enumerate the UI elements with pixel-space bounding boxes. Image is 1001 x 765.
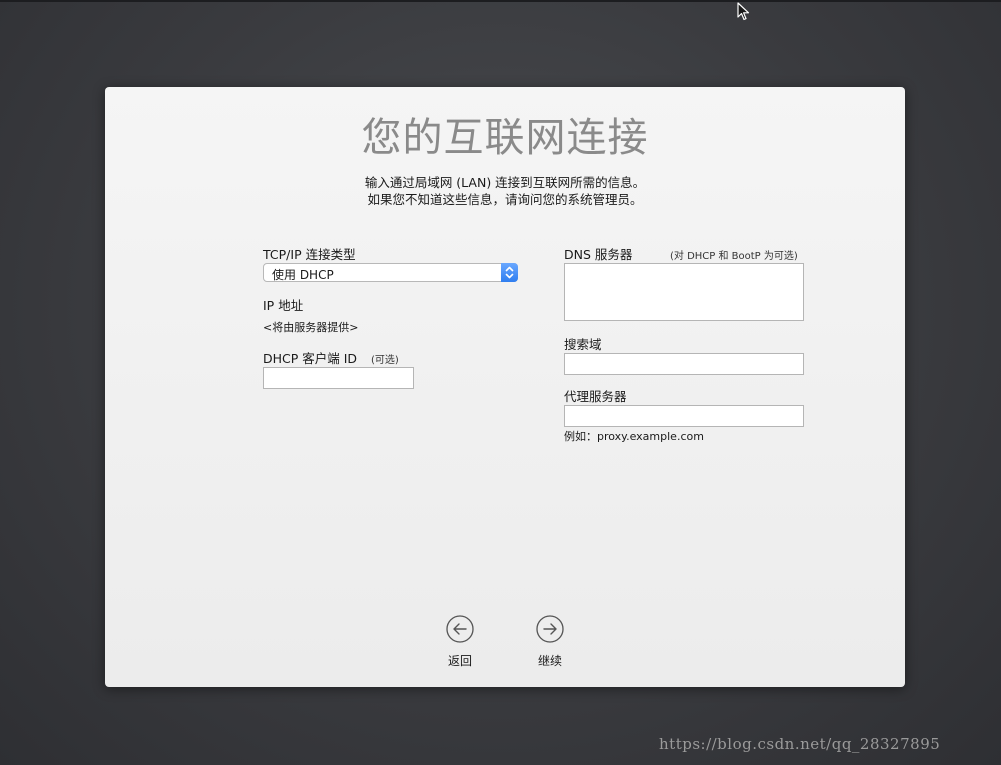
proxy-server-label: 代理服务器 [564, 389, 627, 404]
dns-server-label: DNS 服务器 [564, 247, 633, 262]
ip-address-value: <将由服务器提供> [263, 321, 359, 334]
page-title: 您的互联网连接 [361, 115, 649, 161]
dhcp-client-id-field[interactable] [263, 367, 414, 389]
proxy-server-example: 例如：proxy.example.com [564, 430, 704, 443]
search-domain-label: 搜索域 [564, 337, 602, 352]
dns-server-field[interactable] [564, 263, 804, 321]
subtitle-line-2: 如果您不知道这些信息，请询问您的系统管理员。 [367, 192, 643, 207]
search-domain-field[interactable] [564, 353, 804, 375]
dns-server-optional-note: (对 DHCP 和 BootP 为可选) [670, 251, 798, 262]
ip-address-label: IP 地址 [263, 298, 304, 313]
back-button-label: 返回 [447, 654, 472, 668]
tcpip-type-select[interactable]: 使用 DHCP [263, 263, 518, 282]
dhcp-client-id-optional-note: (可选) [371, 355, 399, 366]
back-button[interactable]: 返回 [440, 615, 480, 669]
arrow-left-circle-icon [446, 615, 474, 643]
up-down-chevron-icon [501, 263, 518, 282]
arrow-right-circle-icon [536, 615, 564, 643]
top-bar [0, 0, 1001, 2]
network-setup-panel: 您的互联网连接 输入通过局域网 (LAN) 连接到互联网所需的信息。 如果您不知… [105, 87, 905, 687]
continue-button[interactable]: 继续 [530, 615, 570, 669]
tcpip-type-selected-value: 使用 DHCP [272, 268, 334, 282]
watermark: https://blog.csdn.net/qq_28327895 [659, 735, 941, 753]
proxy-server-field[interactable] [564, 405, 804, 427]
continue-button-label: 继续 [537, 654, 562, 668]
dhcp-client-id-label: DHCP 客户端 ID [263, 351, 358, 366]
mouse-pointer-icon [737, 2, 750, 21]
tcpip-type-label: TCP/IP 连接类型 [263, 247, 356, 262]
